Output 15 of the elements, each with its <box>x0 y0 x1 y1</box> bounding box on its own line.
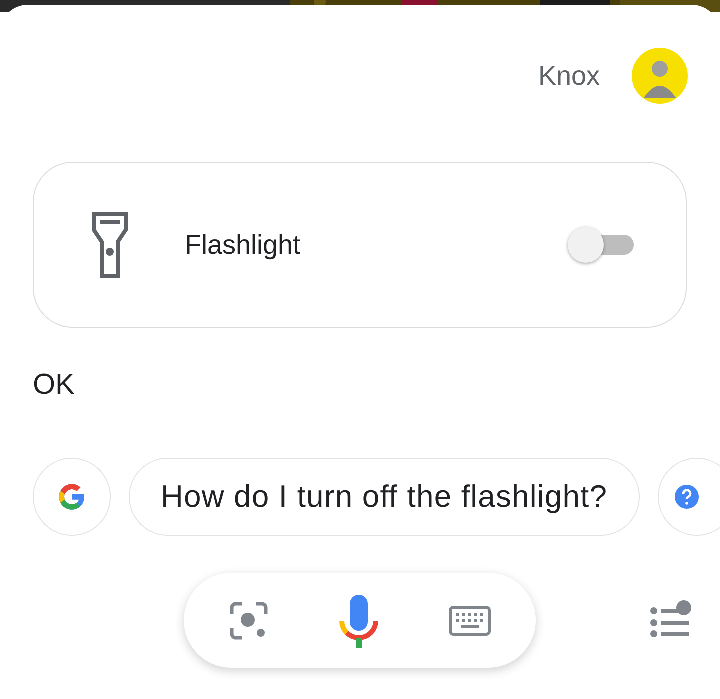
avatar[interactable] <box>632 48 688 104</box>
flashlight-icon <box>92 212 128 278</box>
microphone-icon[interactable] <box>338 592 378 648</box>
list-settings-icon[interactable] <box>650 599 692 639</box>
user-name: Knox <box>538 60 600 92</box>
help-button[interactable] <box>658 458 720 536</box>
google-button[interactable] <box>33 458 111 536</box>
card-title: Flashlight <box>185 230 302 260</box>
suggestion-chip[interactable]: How do I turn off the flashlight? <box>129 458 640 536</box>
google-logo <box>57 482 87 512</box>
lens-icon[interactable] <box>230 602 268 640</box>
help-icon <box>674 485 699 509</box>
keyboard-icon[interactable] <box>449 606 491 636</box>
response-text: OK <box>33 368 76 402</box>
toggle-switch[interactable] <box>568 226 634 264</box>
